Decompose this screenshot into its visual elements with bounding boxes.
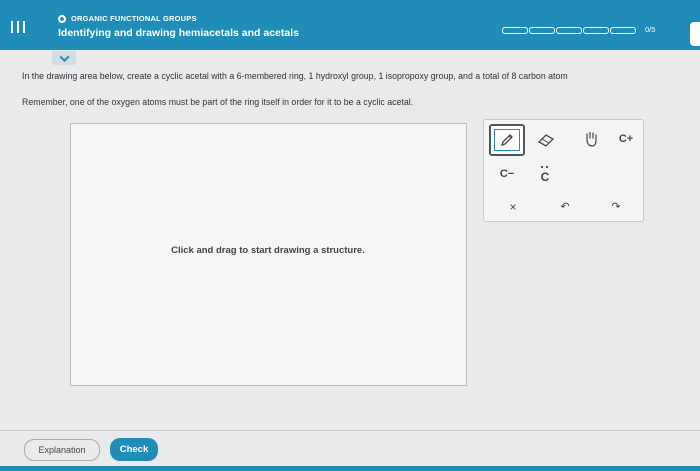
progress-segment [583, 27, 609, 34]
progress-segment [502, 27, 528, 34]
redo-button[interactable]: ↷ [607, 197, 625, 215]
menu-button[interactable] [0, 4, 36, 50]
svg-text:C: C [541, 170, 550, 183]
page-title: Identifying and drawing hemiacetals and … [58, 27, 299, 39]
check-button[interactable]: Check [110, 438, 158, 461]
eraser-tool-button[interactable] [534, 130, 558, 150]
hand-icon [586, 131, 597, 147]
carbanion-tool-button[interactable]: C− [494, 164, 520, 184]
side-panel-tab[interactable] [690, 22, 700, 46]
topic-label: ORGANIC FUNCTIONAL GROUPS [71, 14, 197, 23]
undo-button[interactable]: ↶ [556, 197, 574, 215]
footer-divider [0, 430, 700, 431]
clear-button[interactable]: × [504, 198, 522, 216]
chevron-down-icon [59, 51, 69, 62]
progress-label: 0/5 [645, 25, 656, 34]
instruction-line-1: In the drawing area below, create a cycl… [22, 71, 568, 81]
topic-row: ORGANIC FUNCTIONAL GROUPS [58, 14, 197, 23]
instruction-line-2: Remember, one of the oxygen atoms must b… [22, 97, 414, 107]
eraser-icon [537, 134, 555, 147]
radical-tool-button[interactable]: C [532, 164, 558, 184]
progress-segment [529, 27, 555, 34]
collapse-button[interactable] [52, 51, 76, 65]
bottom-strip [0, 466, 700, 471]
carbocation-tool-button[interactable]: C+ [614, 128, 638, 150]
explanation-button[interactable]: Explanation [24, 439, 100, 461]
canvas-prompt: Click and drag to start drawing a struct… [171, 245, 365, 256]
progress-bar [502, 27, 636, 34]
pencil-tool-button[interactable] [489, 124, 525, 156]
carbon-radical-icon: C [541, 165, 550, 183]
progress-segment [610, 27, 636, 34]
pencil-icon [494, 129, 520, 151]
menu-icon [11, 21, 25, 33]
progress-segment [556, 27, 582, 34]
drawing-toolbox: C+ C− C × ↶ ↷ [483, 119, 644, 222]
top-header [0, 0, 700, 50]
hand-tool-button[interactable] [579, 128, 603, 150]
topic-status-icon [58, 14, 66, 23]
